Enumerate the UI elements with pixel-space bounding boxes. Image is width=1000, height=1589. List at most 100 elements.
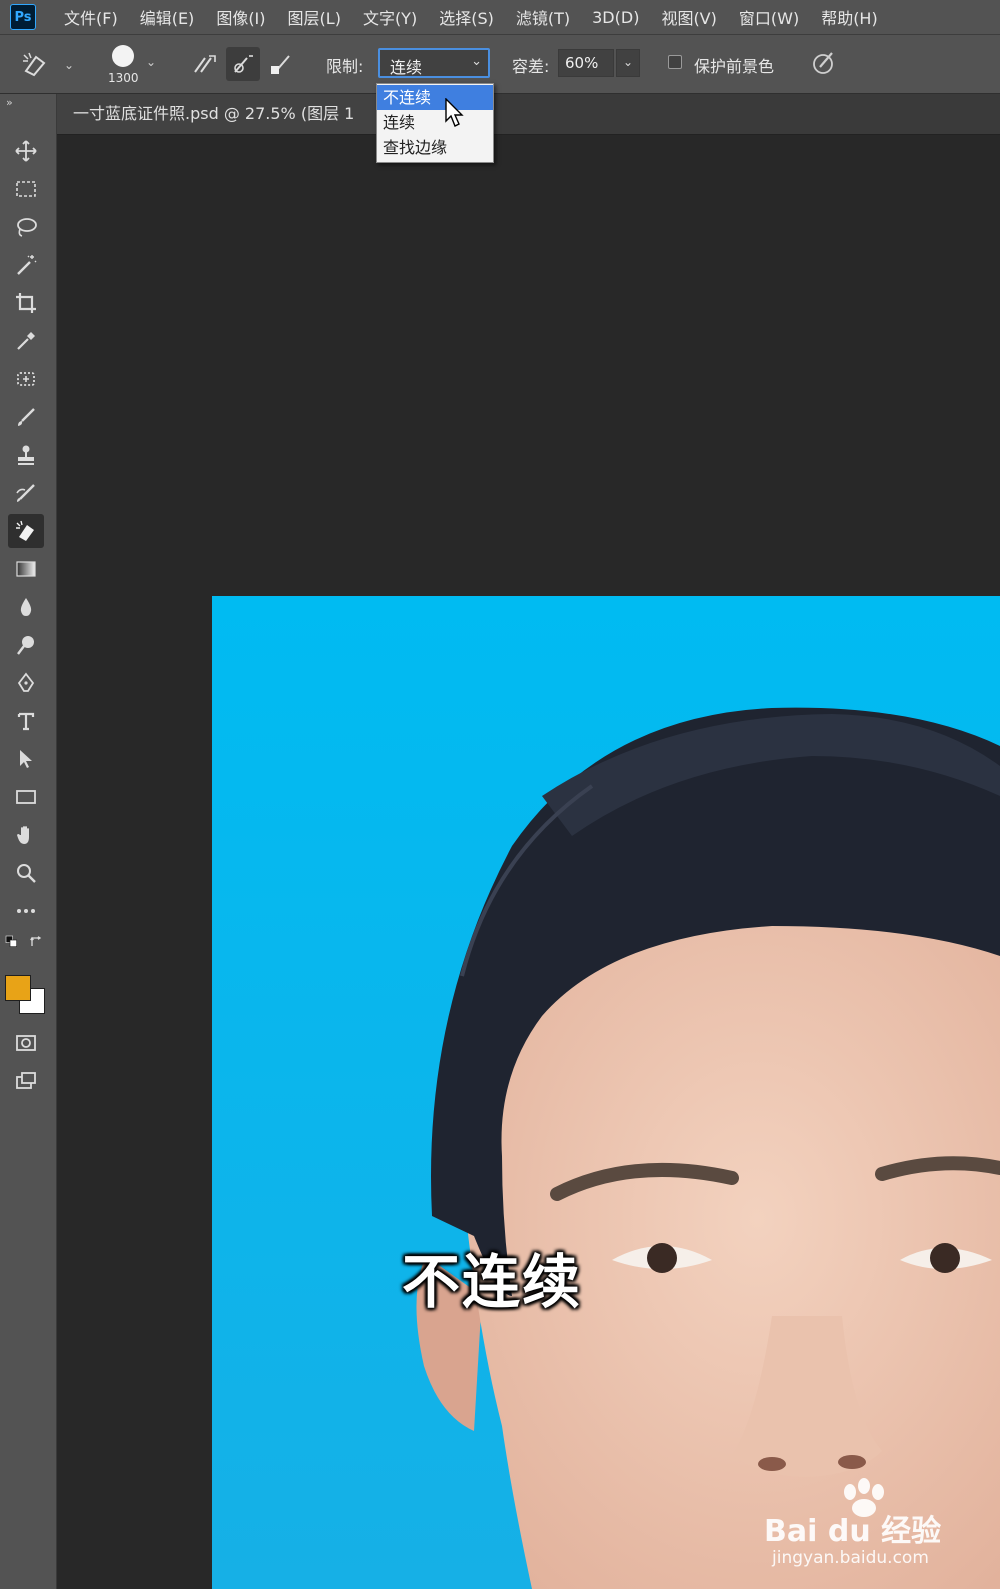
background-eraser-icon [23, 52, 46, 77]
path-select-icon [20, 750, 32, 768]
more-tools-icon [17, 909, 35, 913]
menu-layer[interactable]: 图层(L) [288, 5, 341, 29]
tool-blur[interactable] [8, 590, 44, 624]
tolerance-dropdown-button[interactable]: ⌄ [616, 49, 640, 77]
crop-icon [16, 293, 36, 313]
menu-view[interactable]: 视图(V) [661, 5, 716, 29]
tolerance-label: 容差: [512, 57, 550, 76]
tool-clone-stamp[interactable] [8, 438, 44, 472]
photoshop-logo-icon[interactable]: Ps [10, 4, 36, 30]
quick-mask-icon [16, 1035, 36, 1051]
sampling-once-icon [234, 55, 253, 73]
menu-help[interactable]: 帮助(H) [821, 5, 878, 29]
background-eraser-icon [16, 520, 34, 541]
default-colors-button[interactable] [2, 932, 22, 952]
menu-type[interactable]: 文字(Y) [363, 5, 417, 29]
sampling-continuous-icon [194, 55, 216, 73]
menu-file[interactable]: 文件(F) [64, 5, 118, 29]
menu-select[interactable]: 选择(S) [439, 5, 494, 29]
tool-gradient[interactable] [8, 552, 44, 586]
magic-wand-icon [17, 255, 37, 275]
dodge-icon [17, 636, 34, 655]
tools-panel: » [0, 94, 57, 1589]
move-icon [15, 140, 37, 162]
tool-brush[interactable] [8, 400, 44, 434]
quick-mask-button[interactable] [8, 1026, 44, 1060]
menu-3d[interactable]: 3D(D) [592, 8, 639, 27]
chevron-down-icon: ⌄ [64, 58, 75, 72]
tool-hand[interactable] [8, 818, 44, 852]
menu-window[interactable]: 窗口(W) [739, 5, 799, 29]
rectangle-icon [16, 790, 36, 804]
tool-type[interactable] [8, 704, 44, 738]
limit-label: 限制: [326, 57, 364, 76]
history-brush-icon [16, 484, 35, 502]
mouse-pointer-icon [445, 97, 465, 132]
options-bar: ⌄ 1300 ⌄ 限制: 连续 ⌄ 容差: 60% ⌄ 保护前景色 [0, 35, 1000, 94]
tolerance-input[interactable]: 60% [558, 49, 614, 77]
swap-colors-button[interactable] [26, 932, 46, 952]
tool-preset-picker[interactable]: ⌄ [20, 49, 76, 79]
lasso-icon [17, 218, 37, 237]
collapse-panel-icon[interactable]: » [6, 96, 13, 109]
tool-magic-wand[interactable] [8, 248, 44, 282]
brush-preset-picker[interactable]: 1300 ⌄ [104, 41, 157, 89]
tool-crop[interactable] [8, 286, 44, 320]
foreground-color-swatch[interactable] [5, 975, 31, 1001]
chevron-down-icon: ⌄ [146, 55, 157, 69]
eyedropper-icon [17, 332, 35, 350]
limit-option-discontiguous[interactable]: 不连续 [377, 85, 493, 110]
portrait-photo [212, 596, 1000, 1589]
tool-marquee[interactable] [8, 172, 44, 206]
limit-select[interactable]: 连续 ⌄ [378, 48, 490, 78]
chevron-down-icon: ⌄ [622, 55, 634, 69]
menu-image[interactable]: 图像(I) [216, 5, 265, 29]
marquee-icon [16, 181, 36, 197]
protect-foreground-label: 保护前景色 [694, 57, 775, 76]
tool-background-eraser[interactable] [8, 514, 44, 548]
limit-dropdown-menu: 不连续 连续 查找边缘 [376, 83, 494, 163]
chevron-down-icon: ⌄ [471, 54, 482, 69]
blur-icon [20, 598, 32, 616]
sampling-continuous-button[interactable] [188, 47, 222, 81]
screen-mode-button[interactable] [8, 1064, 44, 1098]
protect-foreground-checkbox[interactable] [668, 55, 682, 69]
limit-option-contiguous[interactable]: 连续 [377, 110, 493, 135]
pressure-button[interactable] [810, 49, 838, 77]
watermark-brand: Bai du 经验 [764, 1514, 942, 1549]
limit-select-value: 连续 [390, 58, 423, 77]
stamp-icon [18, 445, 34, 465]
tool-healing-brush[interactable] [8, 362, 44, 396]
menu-edit[interactable]: 编辑(E) [140, 5, 195, 29]
healing-icon [17, 372, 35, 386]
pen-icon [17, 672, 35, 692]
document-tab-bar: 一寸蓝底证件照.psd @ 27.5% (图层 1 [57, 94, 1000, 135]
brush-tip-icon [112, 45, 134, 67]
watermark-url: jingyan.baidu.com [772, 1548, 929, 1568]
gradient-icon [16, 561, 36, 577]
tool-path-selection[interactable] [8, 742, 44, 776]
tool-more[interactable] [8, 894, 44, 928]
brush-size-value: 1300 [108, 71, 139, 85]
tool-zoom[interactable] [8, 856, 44, 890]
sampling-once-button[interactable] [226, 47, 260, 81]
sampling-swatch-icon [271, 55, 290, 74]
menu-bar: Ps 文件(F) 编辑(E) 图像(I) 图层(L) 文字(Y) 选择(S) 滤… [0, 0, 1000, 35]
tool-dodge[interactable] [8, 628, 44, 662]
tool-lasso[interactable] [8, 210, 44, 244]
document-canvas-photo[interactable] [212, 596, 1000, 1589]
tool-pen[interactable] [8, 666, 44, 700]
tool-history-brush[interactable] [8, 476, 44, 510]
limit-option-find-edges[interactable]: 查找边缘 [377, 135, 493, 160]
menu-filter[interactable]: 滤镜(T) [516, 5, 570, 29]
swap-arrows-icon [30, 936, 42, 946]
tool-eyedropper[interactable] [8, 324, 44, 358]
tool-move[interactable] [8, 134, 44, 168]
default-colors-icon [5, 935, 17, 947]
sampling-background-swatch-button[interactable] [264, 47, 298, 81]
zoom-icon [17, 864, 36, 883]
document-tab[interactable]: 一寸蓝底证件照.psd @ 27.5% (图层 1 [57, 94, 387, 134]
brush-icon [18, 408, 35, 426]
hand-icon [17, 826, 29, 844]
tool-rectangle[interactable] [8, 780, 44, 814]
